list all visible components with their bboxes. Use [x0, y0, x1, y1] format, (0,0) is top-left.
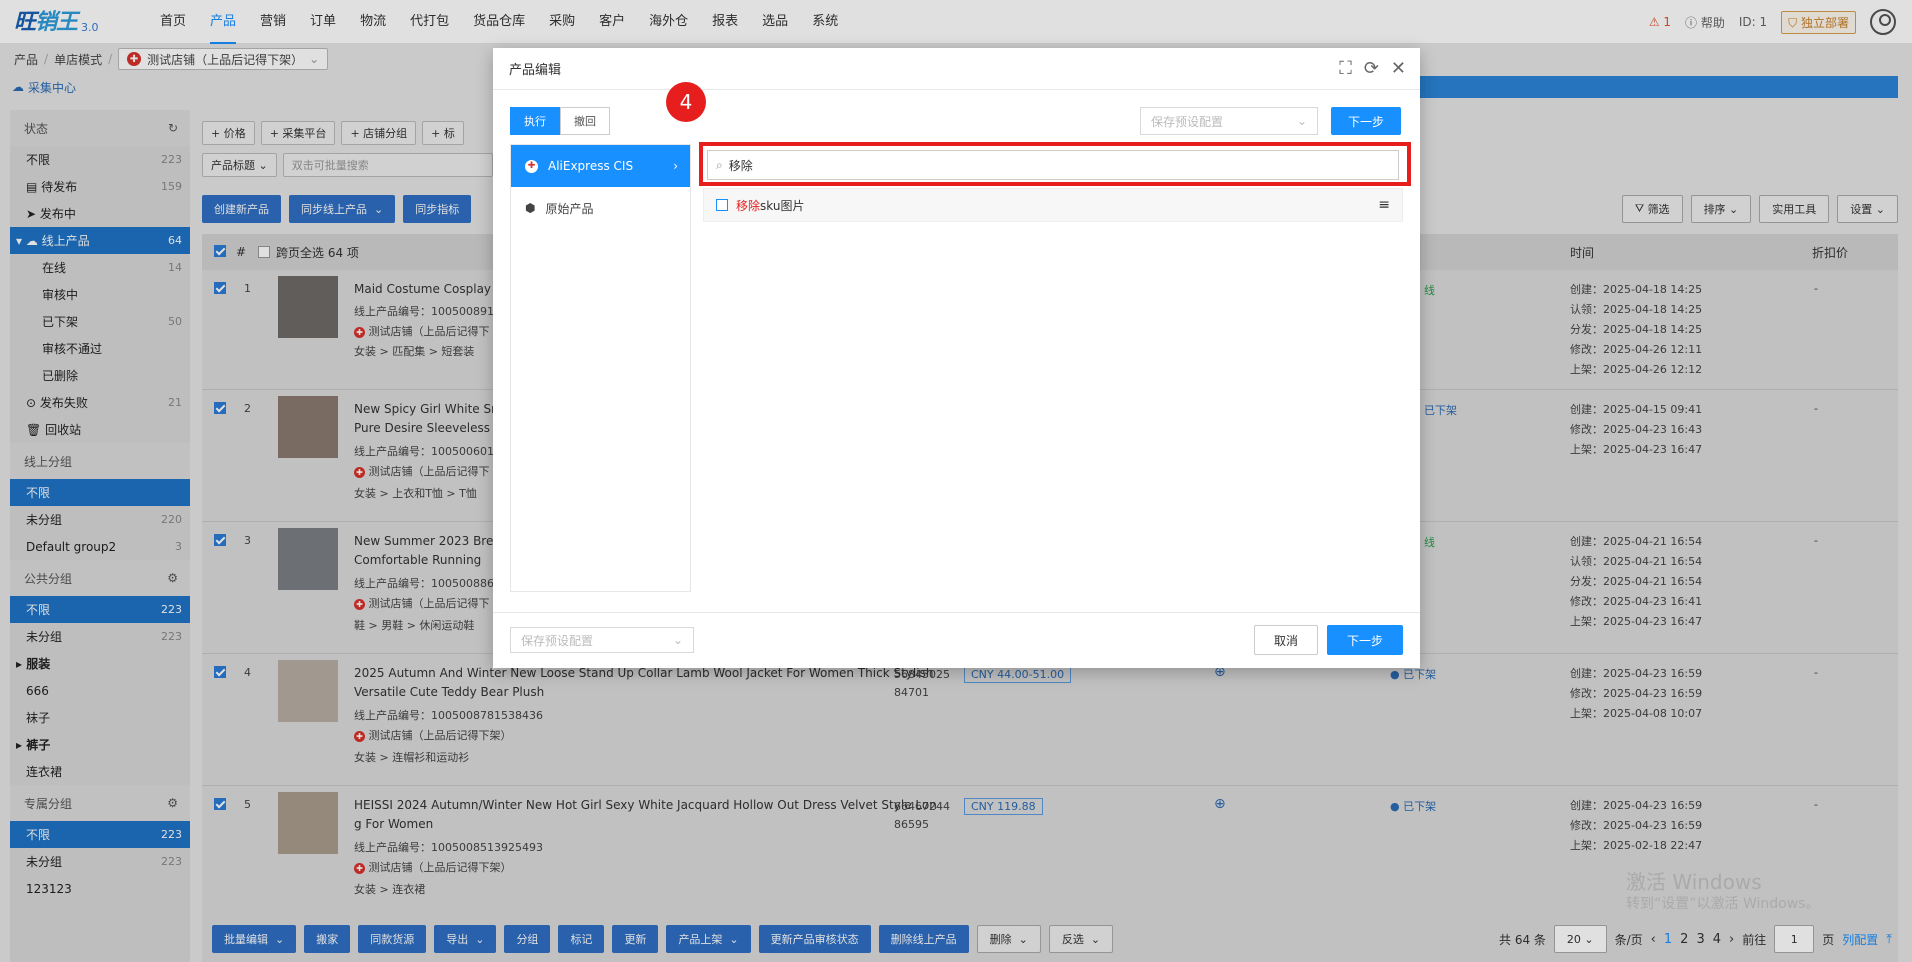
chevron-down-icon: ⌄	[672, 633, 683, 647]
preset-select-top[interactable]: 保存预设配置 ⌄	[1140, 107, 1318, 135]
preset-select-top-label: 保存预设配置	[1151, 114, 1224, 129]
chevron-down-icon: ⌄	[1296, 114, 1307, 128]
modal-title: 产品编辑	[509, 63, 562, 78]
modal-tabs: 执行 撤回	[510, 107, 610, 135]
modal-header-icons: ⛶ ⟳ ✕	[1339, 58, 1406, 79]
windows-watermark: 激活 Windows 转到“设置”以激活 Windows。	[1626, 871, 1819, 915]
next-button-bottom[interactable]: 下一步	[1327, 625, 1403, 655]
watermark-line-2: 转到“设置”以激活 Windows。	[1626, 896, 1820, 912]
tab-execute[interactable]: 执行	[510, 107, 560, 135]
box-icon: ⬢	[525, 201, 536, 215]
menu-icon[interactable]: ≡	[1378, 197, 1390, 213]
platform-list: ✚ AliExpress CIS › ⬢ 原始产品	[510, 144, 691, 592]
step-marker: 4	[666, 82, 706, 122]
option-checkbox[interactable]	[716, 199, 728, 211]
watermark-line-1: 激活 Windows	[1626, 870, 1762, 894]
platform-label: AliExpress CIS	[548, 159, 634, 173]
platform-aliexpress-cis[interactable]: ✚ AliExpress CIS ›	[511, 145, 690, 187]
origin-label: 原始产品	[545, 201, 594, 216]
next-button-top[interactable]: 下一步	[1331, 107, 1401, 135]
option-pane: ⌕ 移除 移除sku图片 ≡	[699, 142, 1411, 592]
close-icon[interactable]: ✕	[1391, 58, 1406, 79]
preset-select-bottom-label: 保存预设配置	[521, 633, 594, 648]
refresh-icon[interactable]: ⟳	[1364, 58, 1379, 79]
preset-select-bottom[interactable]: 保存预设配置 ⌄	[510, 627, 694, 653]
aliexpress-icon: ✚	[525, 159, 538, 173]
platform-original[interactable]: ⬢ 原始产品	[511, 187, 690, 229]
option-label: 移除sku图片	[736, 198, 805, 213]
tab-undo[interactable]: 撤回	[560, 107, 610, 135]
modal-footer: 保存预设配置 ⌄ 取消 下一步	[493, 612, 1420, 668]
chevron-right-icon: ›	[673, 159, 678, 173]
product-edit-modal: 产品编辑 ⛶ ⟳ ✕ 执行 撤回 保存预设配置 ⌄ 下一步 ✚ AliExpress…	[493, 48, 1420, 668]
fullscreen-icon[interactable]: ⛶	[1339, 58, 1352, 79]
option-remove-sku-image[interactable]: 移除sku图片 ≡	[703, 188, 1403, 222]
highlight-box	[699, 142, 1411, 186]
modal-header: 产品编辑	[493, 48, 1420, 90]
cancel-button[interactable]: 取消	[1254, 625, 1318, 655]
